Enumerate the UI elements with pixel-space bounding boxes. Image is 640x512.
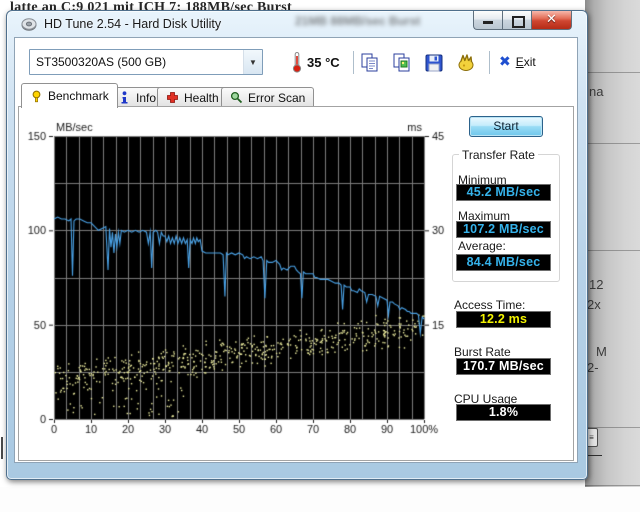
tab-label: Health <box>184 90 219 105</box>
cpu-usage-value: 1.8% <box>456 404 551 421</box>
tab-benchmark[interactable]: Benchmark <box>21 83 118 108</box>
background-page-strip <box>585 0 640 487</box>
background-text-fragment: 12 <box>589 277 604 292</box>
options-button[interactable] <box>455 52 477 74</box>
average-label: Average: <box>458 239 506 253</box>
window-title: HD Tune 2.54 - Hard Disk Utility <box>44 17 222 31</box>
options-hand-icon <box>458 54 474 71</box>
tab-error-scan[interactable]: Error Scan <box>221 87 315 107</box>
drive-selector-value: ST3500320AS (500 GB) <box>36 55 167 69</box>
maximize-button[interactable] <box>502 11 531 30</box>
hdtune-window: 21MB 88MB/sec Burst HD Tune 2.54 - Hard … <box>6 10 588 480</box>
minimize-button[interactable] <box>473 11 502 30</box>
background-page-bottom <box>0 487 640 512</box>
thermometer-icon <box>292 52 302 73</box>
burst-rate-value: 170.7 MB/sec <box>456 358 551 375</box>
exit-button[interactable]: ✖ Exit <box>499 54 536 70</box>
background-blur-text: 21MB 88MB/sec Burst <box>295 14 421 28</box>
copy-icon <box>361 53 378 72</box>
error-scan-magnifier-icon <box>230 91 243 104</box>
background-text-fragment: na <box>589 84 604 99</box>
background-text-fragment: 2- <box>587 360 599 375</box>
close-button[interactable]: ✕ <box>531 11 572 30</box>
close-icon: ✕ <box>546 12 557 27</box>
caption-buttons: ✕ <box>473 11 572 31</box>
tab-label: Benchmark <box>48 89 109 103</box>
health-cross-icon <box>167 92 178 103</box>
background-text-fragment: 2x <box>587 297 601 312</box>
minimum-value: 45.2 MB/sec <box>456 184 551 201</box>
copy-screenshot-button[interactable] <box>391 52 413 74</box>
tab-health[interactable]: Health <box>157 87 228 107</box>
exit-x-icon: ✖ <box>499 54 511 70</box>
temperature-value: 35 °C <box>307 55 340 70</box>
start-button[interactable]: Start <box>469 116 543 137</box>
background-rule <box>1 437 3 459</box>
save-icon <box>425 54 443 72</box>
toolbar-separator <box>489 51 490 74</box>
save-button[interactable] <box>423 52 445 74</box>
maximize-icon <box>512 16 525 28</box>
minimize-icon <box>483 21 493 24</box>
tab-label: Error Scan <box>248 90 306 105</box>
titlebar[interactable]: 21MB 88MB/sec Burst HD Tune 2.54 - Hard … <box>7 11 587 37</box>
copy-to-clipboard-button[interactable] <box>359 52 381 74</box>
access-time-label: Access Time: <box>454 298 526 312</box>
transfer-rate-group-label: Transfer Rate <box>459 148 538 162</box>
benchmark-chart <box>27 119 448 437</box>
background-page-heading: latte an C:9 021 mit ICH 7: 188MB/sec Bu… <box>10 0 292 10</box>
tab-label: Info <box>136 90 157 105</box>
app-icon <box>21 18 37 31</box>
copy-image-icon <box>393 53 410 72</box>
burst-rate-label: Burst Rate <box>454 345 511 359</box>
background-text-fragment: M <box>596 344 607 359</box>
access-time-value: 12.2 ms <box>456 311 551 328</box>
benchmark-icon <box>32 90 41 102</box>
exit-label: Exit <box>515 55 536 69</box>
maximum-value: 107.2 MB/sec <box>456 221 551 238</box>
info-icon <box>121 91 128 104</box>
drive-selector[interactable]: ST3500320AS (500 GB) ▼ <box>29 49 263 75</box>
average-value: 84.4 MB/sec <box>456 254 551 271</box>
toolbar-separator <box>353 51 354 74</box>
chevron-down-icon[interactable]: ▼ <box>243 50 262 74</box>
